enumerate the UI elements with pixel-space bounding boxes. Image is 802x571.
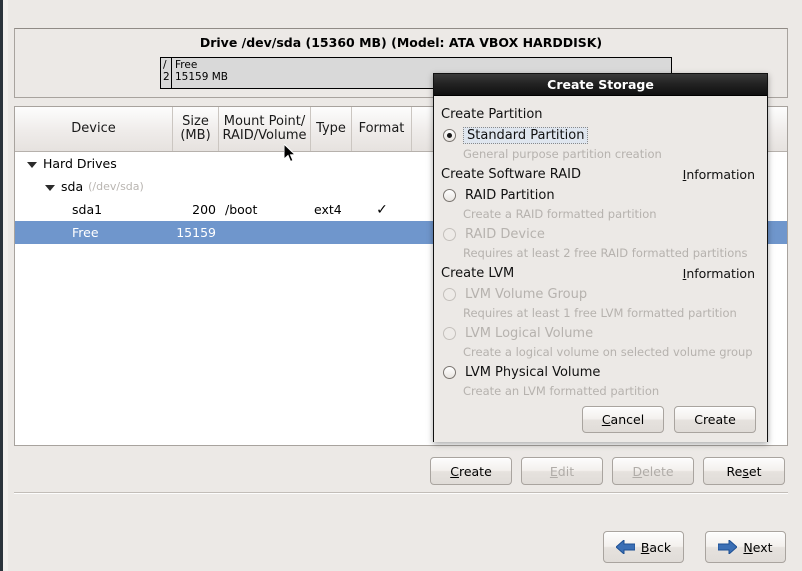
reset-button[interactable]: Reset [703,457,785,485]
radio-label-lvm-physical-volume[interactable]: LVM Physical Volume [463,365,602,380]
next-button[interactable]: Next [705,531,786,563]
chevron-down-icon[interactable] [45,184,55,191]
radio-row-standard-partition[interactable]: Standard Partition [434,125,767,146]
column-header-size[interactable]: Size (MB) [173,107,219,151]
radio-label-raid-partition[interactable]: RAID Partition [463,188,557,203]
radio-description-raid-device: Requires at least 2 free RAID formatted … [463,246,748,260]
edit-button: Edit [521,457,603,485]
column-header-format[interactable]: Format [352,107,412,151]
dialog-create-button-label: Create [694,412,736,427]
device-path: (/dev/sda) [88,180,144,193]
dialog-title: Create Storage [434,74,767,96]
dialog-body: Create Partition Standard Partition Genera… [434,96,767,442]
radio-description-lvm-volume-group: Requires at least 1 free LVM formatted p… [463,306,737,320]
group-heading-label: Create Partition [441,106,543,122]
cell-mount-point: /boot [225,202,258,217]
device-name: sda [61,179,84,194]
storage-type-groups: Create Partition Standard Partition Genera… [434,104,767,401]
radio-row-lvm-volume-group: LVM Volume Group [434,284,767,305]
back-button[interactable]: Back [603,531,684,563]
radio-raid-device [443,228,456,241]
edit-button-label: Edit [549,463,575,479]
radio-label-raid-device: RAID Device [465,227,545,242]
panel-separator [14,492,788,494]
radio-standard-partition[interactable] [443,129,456,142]
group-header: Create Partition [434,104,767,124]
column-header-type[interactable]: Type [311,107,352,151]
drive-segment-boot-line2: 2 [163,70,170,83]
device-name: sda1 [72,202,103,217]
cell-size: 200 [192,202,216,217]
device-name: Hard Drives [43,156,117,171]
radio-lvm-volume-group [443,288,456,301]
mouse-cursor [283,142,298,167]
chevron-down-icon[interactable] [27,161,37,168]
radio-lvm-physical-volume[interactable] [443,366,456,379]
create-storage-dialog: Create Storage Create Partition Standard … [433,73,768,442]
back-button-label: Back [640,539,672,555]
radio-row-lvm-physical-volume[interactable]: LVM Physical Volume [434,362,767,383]
group-header: Create LVM Information [434,263,767,283]
cell-type: ext4 [314,202,342,217]
delete-button: Delete [612,457,694,485]
radio-row-raid-partition[interactable]: RAID Partition [434,185,767,206]
column-header-mount-line1: Mount Point/ [223,114,306,129]
radio-description-raid-partition: Create a RAID formatted partition [463,207,657,221]
dialog-button-row: Cancel Create [434,406,767,433]
wizard-navigation: Back Next [0,531,802,565]
drive-segment-free-line1: Free [175,59,198,71]
dialog-cancel-button-label: Cancel [601,412,645,427]
drive-segment-boot[interactable]: / 2 [161,58,172,88]
delete-button-label: Delete [632,463,674,479]
arrow-left-icon [615,540,635,554]
create-button-label: Create [450,463,492,479]
cell-device: Hard Drives [15,156,173,171]
group-heading-label: Create Software RAID [441,166,582,182]
dialog-cancel-button[interactable]: Cancel [582,406,664,433]
radio-lvm-logical-volume [443,327,456,340]
radio-label-lvm-logical-volume: LVM Logical Volume [465,326,594,341]
radio-label-lvm-volume-group: LVM Volume Group [465,287,588,302]
radio-row-raid-device: RAID Device [434,224,767,245]
cell-size: 15159 [176,225,216,240]
installer-screen: Drive /dev/sda (15360 MB) (Model: ATA VB… [0,0,802,571]
arrow-right-icon [718,540,738,554]
radio-row-lvm-logical-volume: LVM Logical Volume [434,323,767,344]
information-link[interactable]: Information [679,166,759,183]
cell-format: ✓ [376,201,388,218]
radio-description-standard-partition: General purpose partition creation [463,147,662,161]
device-name: Free [72,225,99,240]
next-button-label: Next [743,539,773,555]
group-heading-label: Create LVM [441,265,515,281]
cell-device: sda1 [15,202,173,217]
drive-segment-boot-line1: / [163,59,167,71]
radio-label-standard-partition[interactable]: Standard Partition [463,127,589,144]
column-header-size-line2: (MB) [180,128,211,143]
drive-title: Drive /dev/sda (15360 MB) (Model: ATA VB… [199,35,603,50]
radio-description-lvm-logical-volume: Create a logical volume on selected volu… [463,345,753,359]
dialog-create-button[interactable]: Create [674,406,756,433]
radio-description-lvm-physical-volume: Create an LVM formatted partition [463,384,660,398]
column-header-mount-line2: RAID/Volume [222,128,307,143]
radio-raid-partition[interactable] [443,189,456,202]
reset-button-label: Reset [726,463,762,479]
cell-device: Free [15,225,173,240]
column-header-device[interactable]: Device [15,107,173,151]
create-button[interactable]: Create [430,457,512,485]
information-link[interactable]: Information [679,265,759,282]
partition-action-buttons: Create Edit Delete Reset [0,457,802,487]
column-header-size-line1: Size [182,114,209,129]
group-header: Create Software RAID Information [434,164,767,184]
cell-device: sda (/dev/sda) [15,179,173,194]
